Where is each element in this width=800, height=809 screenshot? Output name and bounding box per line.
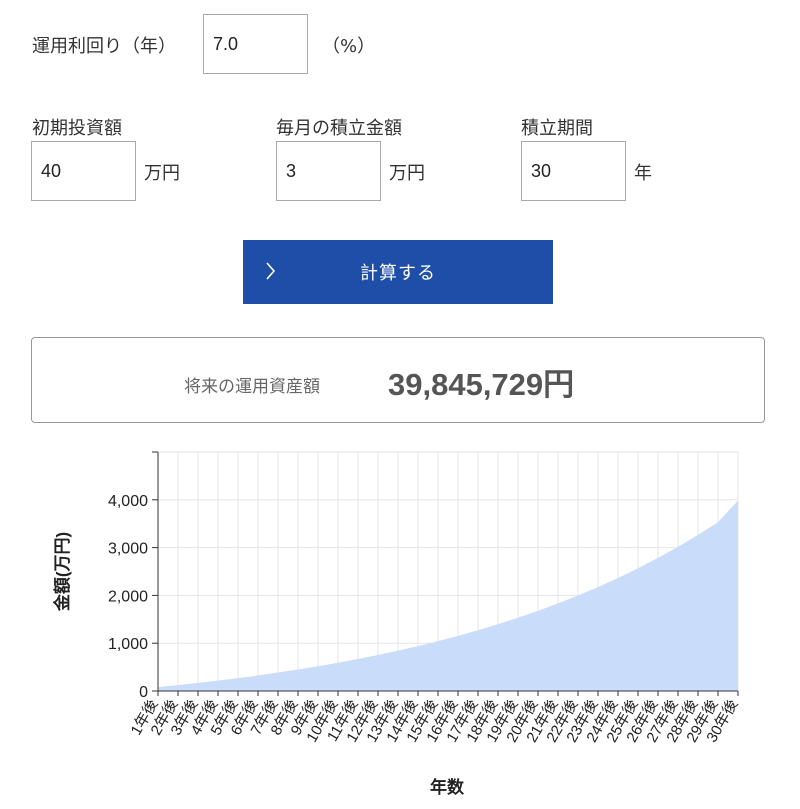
result-label: 将来の運用資産額 — [184, 377, 320, 397]
asset-growth-chart: 01,0002,0003,0004,0001年後2年後3年後4年後5年後6年後7… — [52, 451, 741, 797]
period-input[interactable] — [521, 141, 626, 201]
monthly-amount-label: 毎月の積立金額 — [276, 118, 402, 139]
period-unit: 年 — [634, 163, 652, 184]
y-tick-label: 2,000 — [108, 588, 148, 605]
y-axis-title: 金額(万円) — [52, 532, 72, 612]
result-box: 将来の運用資産額 39,845,729円 — [31, 337, 765, 423]
monthly-amount-input[interactable] — [276, 141, 381, 201]
initial-amount-unit: 万円 — [144, 163, 180, 184]
result-value: 39,845,729円 — [388, 367, 575, 402]
monthly-amount-unit: 万円 — [389, 163, 425, 184]
chevron-right-icon — [265, 260, 277, 286]
initial-amount-label: 初期投資額 — [32, 118, 122, 139]
y-tick-label: 4,000 — [108, 493, 148, 510]
calculate-button-label: 計算する — [360, 263, 436, 284]
rate-unit: （%） — [322, 36, 376, 57]
y-tick-label: 1,000 — [108, 636, 148, 653]
rate-label: 運用利回り（年） — [32, 36, 176, 57]
initial-amount-input[interactable] — [31, 141, 136, 201]
x-axis-title: 年数 — [430, 777, 465, 797]
rate-input[interactable] — [203, 14, 308, 74]
period-label: 積立期間 — [521, 118, 593, 139]
y-tick-label: 3,000 — [108, 541, 148, 558]
calculate-button[interactable]: 計算する — [243, 240, 553, 304]
